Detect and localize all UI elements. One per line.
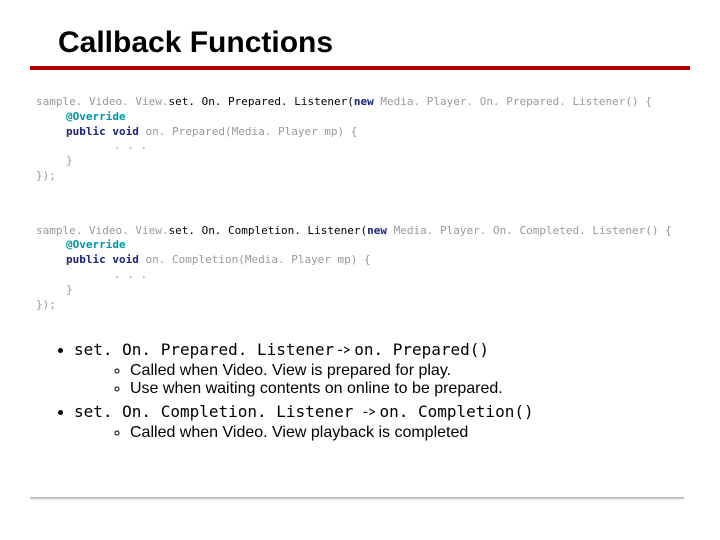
annotation-override: @Override — [36, 238, 126, 253]
bullet-arrow: -> — [363, 403, 379, 422]
sub-list: Called when Video. View is prepared for … — [112, 362, 690, 398]
close-brace: } — [36, 283, 73, 298]
close-brace: } — [36, 154, 73, 169]
bullet-code-left: set. On. Completion. Listener — [74, 402, 363, 421]
sub-list: Called when Video. View playback is comp… — [112, 424, 690, 442]
kw-void: void — [106, 253, 146, 266]
sub-bullet: Use when waiting contents on online to b… — [130, 380, 690, 398]
bullet-completion: set. On. Completion. Listener -> on. Com… — [74, 402, 690, 442]
bullet-code-left: set. On. Prepared. Listener — [74, 340, 334, 359]
slide-title: Callback Functions — [58, 26, 690, 60]
close-all: }); — [36, 298, 56, 311]
kw-new: new — [367, 224, 387, 237]
bullet-arrow: -> — [334, 341, 354, 360]
code-elision: . . . — [36, 139, 147, 154]
code-obj: sample. Video. View. — [36, 224, 168, 237]
kw-new: new — [354, 95, 374, 108]
bullet-code-right: on. Prepared() — [354, 340, 489, 359]
code-call: set. On. Completion. Listener( — [168, 224, 367, 237]
method-sig: on. Prepared(Media. Player mp) { — [146, 125, 358, 138]
code-block-prepared: sample. Video. View.set. On. Prepared. L… — [36, 80, 690, 199]
kw-void: void — [106, 125, 146, 138]
method-sig: on. Completion(Media. Player mp) { — [146, 253, 371, 266]
code-obj: sample. Video. View. — [36, 95, 168, 108]
bullet-prepared: set. On. Prepared. Listener -> on. Prepa… — [74, 340, 690, 398]
code-elision: . . . — [36, 268, 147, 283]
kw-public: public — [66, 253, 106, 266]
spacer — [30, 199, 690, 209]
content-list: set. On. Prepared. Listener -> on. Prepa… — [54, 340, 690, 442]
sub-bullet: Called when Video. View is prepared for … — [130, 362, 690, 380]
code-type: Media. Player. On. Prepared. Listener() … — [374, 95, 652, 108]
close-all: }); — [36, 169, 56, 182]
code-type: Media. Player. On. Completed. Listener()… — [387, 224, 672, 237]
code-call: set. On. Prepared. Listener( — [168, 95, 353, 108]
sub-bullet: Called when Video. View playback is comp… — [130, 424, 690, 442]
title-underline — [30, 66, 690, 70]
bottom-divider — [30, 497, 684, 500]
code-block-completion: sample. Video. View.set. On. Completion.… — [36, 209, 690, 328]
annotation-override: @Override — [36, 110, 126, 125]
kw-public: public — [66, 125, 106, 138]
bullet-code-right: on. Completion() — [379, 402, 533, 421]
